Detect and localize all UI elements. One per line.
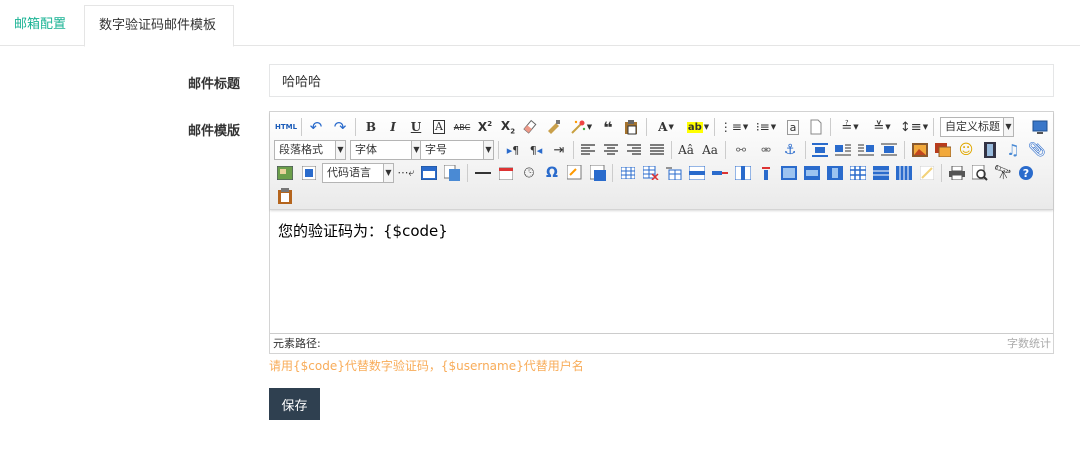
- fullscreen-icon[interactable]: [1030, 117, 1050, 137]
- drafts-icon[interactable]: [275, 186, 295, 206]
- superscript-icon[interactable]: X2: [475, 117, 495, 137]
- image-left-icon[interactable]: [833, 140, 853, 160]
- format-painter-icon[interactable]: [544, 117, 564, 137]
- clear-doc-icon[interactable]: [806, 117, 826, 137]
- image-none-icon[interactable]: [810, 140, 830, 160]
- custom-title-select[interactable]: 自定义标题 ▼: [940, 117, 1014, 137]
- line-height-icon[interactable]: ↕≡ ▼: [900, 117, 928, 137]
- image-center-icon[interactable]: [879, 140, 899, 160]
- attachment-icon[interactable]: 📎︎: [1027, 140, 1047, 160]
- indent-icon[interactable]: ⇥: [549, 140, 569, 160]
- insert-col-icon[interactable]: [733, 163, 753, 183]
- search-replace-icon[interactable]: 🔭︎: [993, 163, 1013, 183]
- split-cells-icon[interactable]: [848, 163, 868, 183]
- strikethrough-icon[interactable]: ABC: [452, 117, 472, 137]
- template-icon[interactable]: [442, 163, 462, 183]
- chart-icon[interactable]: [917, 163, 937, 183]
- border-font-icon[interactable]: A: [429, 117, 449, 137]
- merge-down-icon[interactable]: [825, 163, 845, 183]
- editor-toolbar: HTML ↶ ↷ B I U A ABC X2 X2 ▼ ❝ A ▼ ab ▼ ⋮≡…: [270, 112, 1053, 210]
- page-break-icon[interactable]: ⋯⤶: [396, 163, 416, 183]
- split-rows-icon[interactable]: [871, 163, 891, 183]
- time-icon[interactable]: 🕒︎: [519, 163, 539, 183]
- rtl-icon[interactable]: ¶◂: [526, 140, 546, 160]
- align-center-icon[interactable]: [601, 140, 621, 160]
- map-icon[interactable]: [275, 163, 295, 183]
- tab-mail-config[interactable]: 邮箱配置: [0, 5, 80, 46]
- insert-paragraph-before-table-icon[interactable]: [664, 163, 684, 183]
- delete-row-icon[interactable]: [710, 163, 730, 183]
- word-count-label: 字数统计: [1007, 337, 1051, 350]
- element-path-label: 元素路径:: [273, 337, 321, 350]
- word-image-icon[interactable]: [588, 163, 608, 183]
- paste-plain-icon[interactable]: [621, 117, 641, 137]
- unlink-icon[interactable]: ⚮: [756, 140, 776, 160]
- eraser-icon[interactable]: [521, 117, 541, 137]
- link-icon[interactable]: ⚯: [731, 140, 751, 160]
- tab-code-template[interactable]: 数字验证码邮件模板: [84, 5, 234, 47]
- date-icon[interactable]: [496, 163, 516, 183]
- font-size-select[interactable]: 字号 ▼: [420, 140, 494, 160]
- insert-frame-icon[interactable]: [299, 163, 319, 183]
- row-spacing-top-icon[interactable]: ≟ ▼: [836, 117, 864, 137]
- paragraph-select[interactable]: 段落格式 ▼: [274, 140, 346, 160]
- mail-title-label: 邮件标题: [187, 77, 240, 92]
- insert-image-icon[interactable]: [910, 140, 930, 160]
- save-button[interactable]: 保存: [269, 388, 320, 420]
- redo-icon[interactable]: ↷: [330, 117, 350, 137]
- emotion-icon[interactable]: ☺: [956, 140, 976, 160]
- mail-template-label: 邮件模版: [187, 124, 240, 139]
- delete-table-icon[interactable]: [641, 163, 661, 183]
- background-icon[interactable]: [419, 163, 439, 183]
- font-family-select[interactable]: 字体 ▼: [350, 140, 422, 160]
- align-right-icon[interactable]: [624, 140, 644, 160]
- align-justify-icon[interactable]: [647, 140, 667, 160]
- merge-right-icon[interactable]: [802, 163, 822, 183]
- special-chars-icon[interactable]: Ω: [542, 163, 562, 183]
- image-right-icon[interactable]: [856, 140, 876, 160]
- template-hint: 请用{$code}代替数字验证码，{$username}代替用户名: [269, 359, 584, 373]
- horizontal-rule-icon[interactable]: [473, 163, 493, 183]
- font-color-icon[interactable]: A ▼: [652, 117, 680, 137]
- select-all-icon[interactable]: a: [783, 117, 803, 137]
- anchor-icon[interactable]: ⚓: [780, 140, 800, 160]
- help-icon[interactable]: ?: [1016, 163, 1036, 183]
- html-source-button[interactable]: HTML: [275, 117, 297, 137]
- editor-content[interactable]: 您的验证码为：{$code}: [270, 211, 1053, 333]
- mail-title-input[interactable]: [269, 64, 1054, 97]
- uppercase-icon[interactable]: Aâ: [676, 140, 696, 160]
- rich-text-editor: HTML ↶ ↷ B I U A ABC X2 X2 ▼ ❝ A ▼ ab ▼ ⋮≡…: [269, 111, 1054, 354]
- insert-row-icon[interactable]: [687, 163, 707, 183]
- subscript-icon[interactable]: X2: [498, 117, 518, 137]
- print-icon[interactable]: [947, 163, 967, 183]
- scrawl-icon[interactable]: [565, 163, 585, 183]
- music-icon[interactable]: ♫: [1003, 140, 1023, 160]
- multi-image-icon[interactable]: [933, 140, 953, 160]
- align-left-icon[interactable]: [578, 140, 598, 160]
- background-color-icon[interactable]: ab ▼: [684, 117, 712, 137]
- ordered-list-icon[interactable]: ⋮≡ ▼: [720, 117, 748, 137]
- preview-icon[interactable]: [970, 163, 990, 183]
- underline-icon[interactable]: U: [406, 117, 426, 137]
- auto-format-icon[interactable]: ▼: [567, 117, 595, 137]
- bold-icon[interactable]: B: [361, 117, 381, 137]
- italic-icon[interactable]: I: [383, 117, 403, 137]
- delete-col-icon[interactable]: [756, 163, 776, 183]
- row-spacing-bottom-icon[interactable]: ≚ ▼: [868, 117, 896, 137]
- svg-text:?: ?: [1023, 167, 1029, 180]
- merge-cells-icon[interactable]: [779, 163, 799, 183]
- undo-icon[interactable]: ↶: [306, 117, 326, 137]
- video-icon[interactable]: [980, 140, 1000, 160]
- editor-statusbar: 元素路径: 字数统计: [270, 333, 1053, 353]
- code-language-select[interactable]: 代码语言 ▼: [322, 163, 394, 183]
- split-cols-icon[interactable]: [894, 163, 914, 183]
- blockquote-icon[interactable]: ❝: [598, 117, 618, 137]
- ltr-icon[interactable]: ▸¶: [503, 140, 523, 160]
- unordered-list-icon[interactable]: ⁝≡ ▼: [752, 117, 780, 137]
- insert-table-icon[interactable]: [618, 163, 638, 183]
- lowercase-icon[interactable]: Aa: [700, 140, 720, 160]
- tab-bar: 邮箱配置 数字验证码邮件模板: [0, 0, 1080, 47]
